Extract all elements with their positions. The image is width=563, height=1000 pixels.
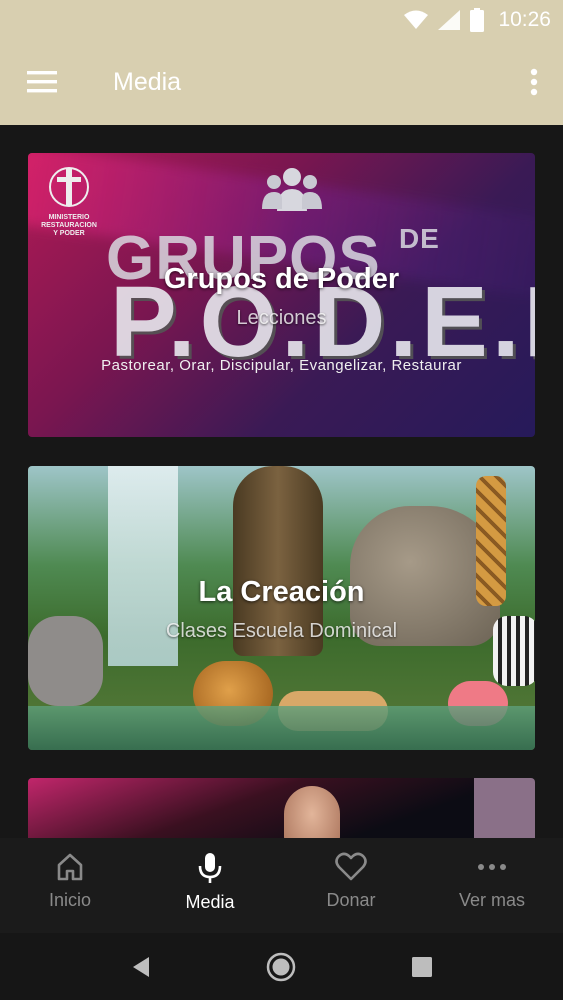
system-back-button[interactable] <box>121 947 161 987</box>
battery-icon <box>470 8 485 32</box>
nav-label: Ver mas <box>458 890 526 910</box>
overflow-menu-button[interactable] <box>519 62 549 102</box>
recents-icon <box>412 957 432 977</box>
system-recents-button[interactable] <box>402 947 442 987</box>
app-bar: Media <box>0 40 563 125</box>
nav-item-media[interactable]: Media <box>140 838 280 933</box>
status-icons: 10:26 <box>404 6 551 34</box>
cross-logo-icon <box>49 167 89 207</box>
speaker-head-shape <box>284 786 340 838</box>
nav-label: Media <box>185 892 235 912</box>
artwork-tagline: Pastorear, Orar, Discipular, Evangelizar… <box>101 357 462 374</box>
more-horiz-icon <box>478 864 506 870</box>
status-bar: 10:26 <box>0 0 563 40</box>
media-card-3[interactable] <box>28 778 535 838</box>
bottom-navigation: Inicio Media Donar Ver mas <box>0 838 563 933</box>
menu-button[interactable] <box>18 62 66 102</box>
logo-text: MINISTERIO RESTAURACION Y PODER <box>41 214 97 237</box>
nav-label: Donar <box>326 890 376 910</box>
artwork-small-word: DE <box>398 223 440 254</box>
system-home-button[interactable] <box>261 947 301 987</box>
ministry-logo: MINISTERIO RESTAURACION Y PODER <box>40 165 98 238</box>
system-navigation-bar <box>0 933 563 1000</box>
nav-label: Inicio <box>48 890 92 910</box>
nav-item-inicio[interactable]: Inicio <box>0 838 140 933</box>
home-circle-icon <box>266 952 296 982</box>
card-subtitle: Clases Escuela Dominical <box>165 620 398 642</box>
media-card-grupos-de-poder[interactable]: MINISTERIO RESTAURACION Y PODER GRUPOS D… <box>28 153 535 437</box>
menu-icon <box>27 71 57 93</box>
nav-item-ver-mas[interactable]: Ver mas <box>422 838 562 933</box>
nav-item-donar[interactable]: Donar <box>281 838 421 933</box>
card-subtitle: Lecciones <box>236 307 327 329</box>
people-group-icon <box>262 168 322 211</box>
more-vert-icon <box>530 68 538 96</box>
backdrop-panel-shape <box>474 778 535 838</box>
status-time: 10:26 <box>498 8 551 31</box>
media-card-la-creacion[interactable]: La Creación Clases Escuela Dominical <box>28 466 535 750</box>
wifi-icon <box>404 10 429 29</box>
card-artwork <box>28 778 535 838</box>
page-title: Media <box>113 68 182 96</box>
water-shape <box>28 706 535 750</box>
heart-icon <box>335 852 367 881</box>
back-icon <box>133 957 149 977</box>
card-title: Grupos de Poder <box>163 263 400 295</box>
home-icon <box>57 853 83 881</box>
card-title: La Creación <box>198 576 365 608</box>
media-list[interactable]: MINISTERIO RESTAURACION Y PODER GRUPOS D… <box>0 125 563 838</box>
signal-icon <box>438 10 461 30</box>
mic-icon <box>198 853 222 883</box>
